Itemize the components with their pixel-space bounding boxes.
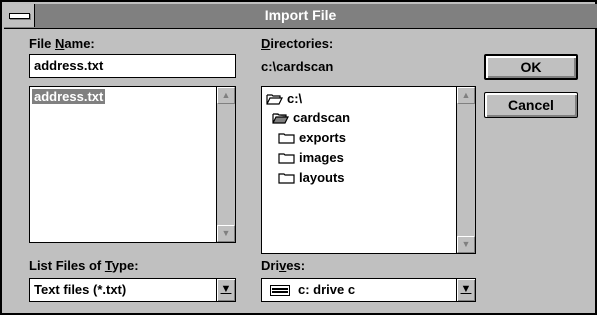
folder-icon (278, 172, 295, 184)
directory-item-images[interactable]: images (278, 148, 344, 167)
scroll-up-button[interactable]: ▲ (457, 87, 475, 104)
ok-button[interactable]: OK (484, 54, 578, 80)
down-arrow-icon: ▼ (221, 228, 231, 238)
drive-icon (270, 285, 290, 296)
drives-select[interactable]: c: drive c ▼ (261, 278, 476, 302)
file-type-select[interactable]: Text files (*.txt) ▼ (29, 278, 236, 302)
directory-item-root[interactable]: c:\ (266, 89, 302, 108)
dropdown-arrow-icon: ▼ (460, 283, 472, 295)
title-bar: Import File (4, 4, 597, 29)
file-type-label: List Files of Type: (29, 258, 139, 273)
scroll-down-button[interactable]: ▼ (457, 236, 475, 253)
list-item[interactable]: address.txt (32, 89, 106, 104)
import-file-dialog: Import File File Name: address.txt addre… (0, 0, 597, 315)
open-folder-icon (266, 93, 283, 105)
down-arrow-icon: ▼ (461, 239, 471, 249)
cancel-button[interactable]: Cancel (484, 92, 578, 118)
scroll-up-button[interactable]: ▲ (217, 87, 235, 104)
file-name-label: File Name: (29, 36, 95, 51)
current-directory-path: c:\cardscan (261, 59, 334, 74)
folder-icon (278, 152, 295, 164)
scroll-down-button[interactable]: ▼ (217, 225, 235, 242)
directory-item-layouts[interactable]: layouts (278, 168, 345, 187)
folder-icon (278, 132, 295, 144)
drives-dropdown-button[interactable]: ▼ (456, 279, 475, 301)
file-list[interactable]: address.txt ▲ ▼ (29, 86, 236, 243)
file-type-dropdown-button[interactable]: ▼ (216, 279, 235, 301)
file-type-value: Text files (*.txt) (34, 282, 127, 297)
drives-label: Drives: (261, 258, 306, 273)
directory-list[interactable]: c:\ cardscan exports images layouts ▲ ▼ (261, 86, 476, 254)
directory-item-exports[interactable]: exports (278, 128, 346, 147)
dropdown-arrow-icon: ▼ (220, 283, 232, 295)
file-list-scrollbar[interactable]: ▲ ▼ (216, 87, 235, 242)
open-folder-icon (272, 112, 289, 124)
directory-item-cardscan[interactable]: cardscan (272, 108, 350, 127)
dialog-title: Import File (264, 7, 337, 23)
drives-value: c: drive c (298, 282, 356, 297)
directories-label: Directories: (261, 36, 334, 51)
up-arrow-icon: ▲ (461, 90, 471, 100)
up-arrow-icon: ▲ (221, 90, 231, 100)
directory-list-scrollbar[interactable]: ▲ ▼ (456, 87, 475, 253)
file-list-item-selected[interactable]: address.txt (32, 89, 106, 104)
file-name-input[interactable]: address.txt (29, 54, 236, 78)
